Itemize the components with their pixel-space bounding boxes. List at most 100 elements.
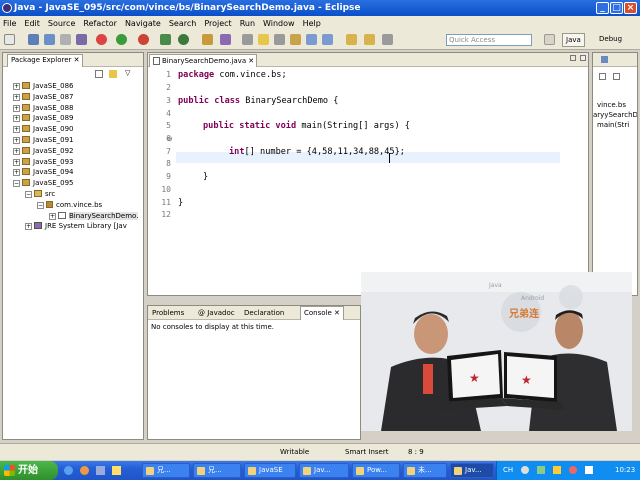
code-line-3[interactable]: public class BinarySearchDemo { <box>178 96 338 106</box>
save-all-icon[interactable] <box>44 34 55 45</box>
expand-icon[interactable]: + <box>13 126 20 134</box>
last-edit-icon[interactable] <box>382 34 393 45</box>
expand-icon[interactable]: + <box>13 115 20 123</box>
taskbar-item[interactable]: Pow... <box>352 463 400 478</box>
fold-icon[interactable]: ⊖ <box>167 135 173 143</box>
menu-window[interactable]: Window <box>263 19 295 28</box>
debug-icon[interactable] <box>96 34 107 45</box>
tree-src-folder[interactable]: − src <box>3 189 143 200</box>
expand-icon[interactable]: + <box>25 223 32 231</box>
collapse-icon[interactable]: − <box>25 190 32 198</box>
tree-project[interactable]: + JavaSE_094 <box>3 167 143 178</box>
tree-project[interactable]: + JavaSE_088 <box>3 103 143 114</box>
expand-icon[interactable]: + <box>49 212 56 220</box>
tray-icon[interactable] <box>537 466 545 474</box>
minimize-button[interactable]: _ <box>596 2 609 14</box>
tree-project[interactable]: + JavaSE_086 <box>3 81 143 92</box>
taskbar-item[interactable]: 兄... <box>142 463 190 478</box>
tree-project-expanded[interactable]: − JavaSE_095 <box>3 178 143 189</box>
back-icon[interactable] <box>346 34 357 45</box>
close-tab-icon[interactable]: ✕ <box>248 55 254 67</box>
menu-file[interactable]: File <box>3 19 16 28</box>
tray-icon[interactable] <box>521 466 529 474</box>
package-explorer-tab[interactable]: Package Explorer ✕ <box>7 54 84 67</box>
menu-search[interactable]: Search <box>169 19 196 28</box>
debug-perspective-button[interactable]: Debug <box>596 33 625 47</box>
open-perspective-icon[interactable] <box>544 34 555 45</box>
highlight-icon[interactable] <box>258 34 269 45</box>
minimize-view-icon[interactable] <box>570 55 576 61</box>
quick-access-input[interactable]: Quick Access <box>446 34 532 46</box>
outline-item[interactable]: main(Stri <box>597 121 629 129</box>
search-icon[interactable] <box>220 34 231 45</box>
tree-project[interactable]: + JavaSE_089 <box>3 113 143 124</box>
expand-icon[interactable]: + <box>13 147 20 155</box>
code-line-5[interactable]: public static void main(String[] args) { <box>203 121 410 131</box>
taskbar-item[interactable]: 兄... <box>193 463 241 478</box>
print-icon[interactable] <box>60 34 71 45</box>
collapse-icon[interactable]: − <box>13 180 20 188</box>
expand-icon[interactable]: + <box>13 104 20 112</box>
new-icon[interactable] <box>4 34 15 45</box>
language-indicator[interactable]: CH <box>503 461 513 480</box>
window-title-bar[interactable]: Java - JavaSE_095/src/com/vince/bs/Binar… <box>0 0 640 16</box>
maximize-view-icon[interactable] <box>580 55 586 61</box>
tab-javadoc[interactable]: @ Javadoc <box>198 308 235 318</box>
tab-problems[interactable]: Problems <box>152 308 184 318</box>
menu-project[interactable]: Project <box>204 19 231 28</box>
expand-icon[interactable]: + <box>13 83 20 90</box>
menu-edit[interactable]: Edit <box>24 19 40 28</box>
outline-toolbar-icon[interactable] <box>613 73 620 80</box>
open-type-icon[interactable] <box>202 34 213 45</box>
expand-icon[interactable]: + <box>13 158 20 166</box>
explorer-icon[interactable] <box>96 466 105 475</box>
expand-icon[interactable]: + <box>13 93 20 101</box>
taskbar-item[interactable]: 未... <box>403 463 447 478</box>
start-button[interactable]: 开始 <box>0 461 58 480</box>
outline-item[interactable]: aryySearchDe <box>593 111 637 119</box>
taskbar-item[interactable]: JavaSE <box>244 463 296 478</box>
toggle-mark-icon[interactable] <box>242 34 253 45</box>
close-button[interactable]: × <box>624 2 637 14</box>
clock[interactable]: 10:23 <box>615 461 635 480</box>
tray-icon[interactable] <box>569 466 577 474</box>
run-icon[interactable] <box>116 34 127 45</box>
outline-toolbar-icon[interactable] <box>599 73 606 80</box>
outline-icon[interactable] <box>601 56 608 63</box>
tree-project[interactable]: + JavaSE_087 <box>3 92 143 103</box>
tree-package[interactable]: − com.vince.bs <box>3 200 143 211</box>
tree-project[interactable]: + JavaSE_092 <box>3 146 143 157</box>
collapse-all-icon[interactable] <box>95 70 103 78</box>
code-line-9[interactable]: } <box>203 172 208 182</box>
pin-icon[interactable] <box>274 34 285 45</box>
external-tools-icon[interactable] <box>138 34 149 45</box>
tree-file[interactable]: + BinarySearchDemo. <box>3 211 143 222</box>
menu-navigate[interactable]: Navigate <box>125 19 161 28</box>
menu-run[interactable]: Run <box>240 19 255 28</box>
prev-annotation-icon[interactable] <box>322 34 333 45</box>
annotation-icon[interactable] <box>290 34 301 45</box>
debug-tools-icon[interactable] <box>76 34 87 45</box>
maximize-button[interactable]: □ <box>610 2 623 14</box>
new-java-project-icon[interactable] <box>160 34 171 45</box>
link-editor-icon[interactable] <box>109 70 117 78</box>
menu-refactor[interactable]: Refactor <box>83 19 117 28</box>
taskbar-item[interactable]: Jav... <box>299 463 349 478</box>
save-icon[interactable] <box>28 34 39 45</box>
tree-library[interactable]: + JRE System Library [Jav <box>3 221 143 232</box>
expand-icon[interactable]: + <box>13 169 20 177</box>
menu-help[interactable]: Help <box>303 19 321 28</box>
media-icon[interactable] <box>112 466 121 475</box>
new-class-icon[interactable] <box>178 34 189 45</box>
tree-project[interactable]: + JavaSE_093 <box>3 157 143 168</box>
volume-icon[interactable] <box>585 466 593 474</box>
tab-console[interactable]: Console ✕ <box>300 306 344 320</box>
browser-icon[interactable] <box>80 466 89 475</box>
expand-icon[interactable]: + <box>13 136 20 144</box>
taskbar-item-active[interactable]: Jav... <box>450 463 494 478</box>
tree-project[interactable]: + JavaSE_090 <box>3 124 143 135</box>
menu-source[interactable]: Source <box>48 19 75 28</box>
forward-icon[interactable] <box>364 34 375 45</box>
view-menu-icon[interactable]: ▽ <box>125 69 130 77</box>
java-perspective-button[interactable]: Java <box>562 33 585 47</box>
